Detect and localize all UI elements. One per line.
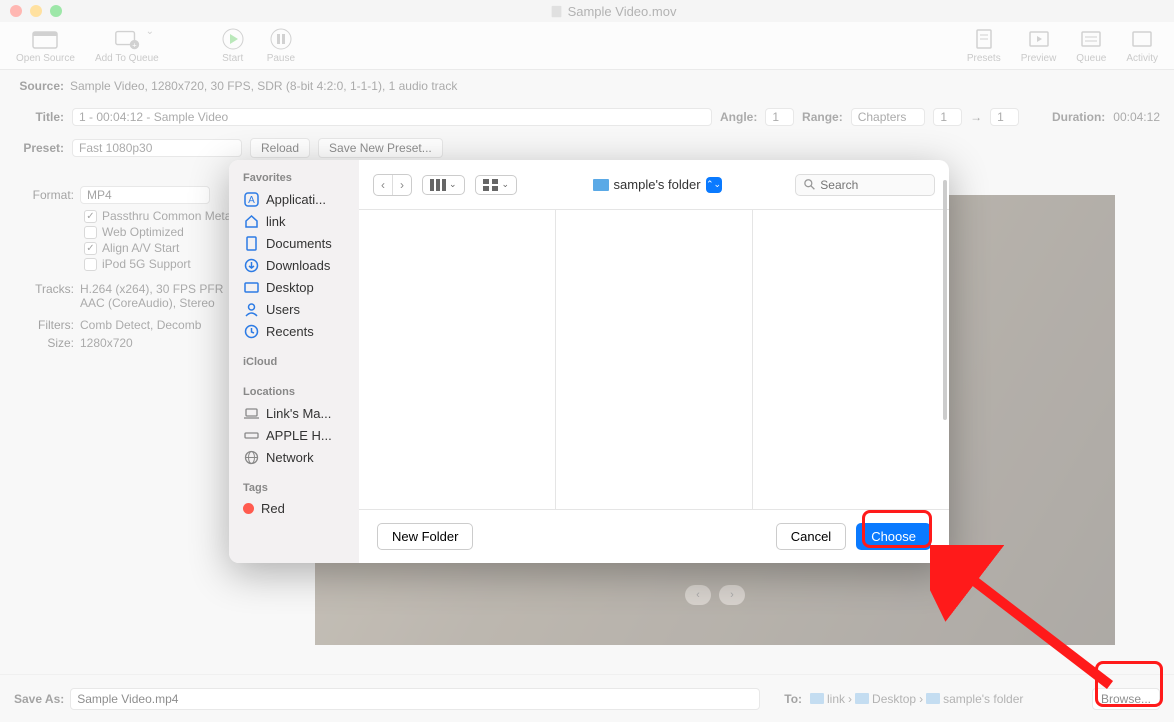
search-box[interactable] [795, 174, 935, 196]
group-button[interactable]: ⌄ [475, 175, 518, 195]
sidebar-item-users[interactable]: Users [229, 298, 359, 320]
column-view-button[interactable]: ⌄ [422, 175, 465, 195]
icloud-header: iCloud [229, 352, 359, 372]
tags-header: Tags [229, 478, 359, 498]
users-icon [243, 301, 259, 317]
locations-header: Locations [229, 382, 359, 402]
favorites-header: Favorites [229, 168, 359, 188]
column-1[interactable] [359, 210, 556, 509]
svg-text:A: A [248, 195, 255, 206]
dialog-footer: New Folder Cancel Choose [359, 509, 949, 563]
disk-icon [243, 427, 259, 443]
path-chevron-icon: ⌃⌄ [706, 177, 722, 193]
grid-icon [483, 179, 499, 191]
back-button[interactable]: ‹ [374, 175, 392, 195]
column-3[interactable] [753, 210, 949, 509]
forward-button[interactable]: › [392, 175, 411, 195]
sidebar-item-recents[interactable]: Recents [229, 320, 359, 342]
path-selector[interactable]: sample's folder ⌃⌄ [587, 175, 726, 195]
network-icon [243, 449, 259, 465]
chevron-down-icon: ⌄ [449, 179, 457, 190]
cancel-button[interactable]: Cancel [776, 523, 846, 550]
home-icon [243, 213, 259, 229]
search-icon [804, 178, 815, 191]
sidebar-tag-red[interactable]: Red [229, 498, 359, 519]
sidebar-item-applications[interactable]: AApplicati... [229, 188, 359, 210]
sidebar-item-documents[interactable]: Documents [229, 232, 359, 254]
desktop-icon [243, 279, 259, 295]
recent-icon [243, 323, 259, 339]
choose-button[interactable]: Choose [856, 523, 931, 550]
search-input[interactable] [820, 178, 926, 192]
folder-icon [593, 179, 609, 191]
doc-icon [243, 235, 259, 251]
chevron-down-icon: ⌄ [502, 179, 510, 190]
sidebar-item-apple-hd[interactable]: APPLE H... [229, 424, 359, 446]
sidebar-item-desktop[interactable]: Desktop [229, 276, 359, 298]
sidebar-item-downloads[interactable]: Downloads [229, 254, 359, 276]
new-folder-button[interactable]: New Folder [377, 523, 473, 550]
app-icon: A [243, 191, 259, 207]
file-chooser-dialog: Favorites AApplicati... link Documents D… [229, 160, 949, 563]
sidebar-item-network[interactable]: Network [229, 446, 359, 468]
dialog-sidebar: Favorites AApplicati... link Documents D… [229, 160, 359, 563]
laptop-icon [243, 405, 259, 421]
nav-arrows: ‹ › [373, 174, 412, 196]
sidebar-item-links-mac[interactable]: Link's Ma... [229, 402, 359, 424]
column-2[interactable] [556, 210, 753, 509]
tag-dot-icon [243, 503, 254, 514]
dialog-toolbar: ‹ › ⌄ ⌄ sample's folder ⌃⌄ [359, 160, 949, 210]
column-browser[interactable] [359, 210, 949, 509]
sidebar-item-home[interactable]: link [229, 210, 359, 232]
columns-icon [430, 179, 446, 191]
download-icon [243, 257, 259, 273]
